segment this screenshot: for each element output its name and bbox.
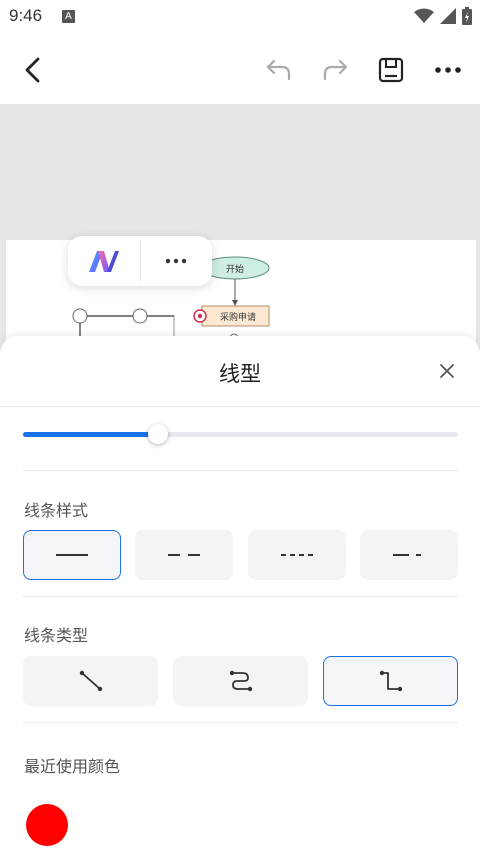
divider (23, 470, 458, 471)
arrow-left-icon (25, 57, 40, 83)
solid-line-icon (56, 554, 88, 556)
recent-colors-label: 最近使用颜色 (24, 757, 121, 776)
battery-charging-icon (462, 7, 472, 25)
panel-title: 线型 (219, 362, 261, 386)
connector-arrow (232, 300, 238, 306)
save-icon (378, 57, 404, 83)
divider (23, 722, 458, 723)
top-app-bar (0, 34, 480, 104)
undo-icon (266, 59, 291, 81)
more-horizontal-icon (166, 258, 187, 264)
panel-header: 线型 (0, 336, 480, 407)
recent-color-swatch[interactable] (26, 804, 68, 846)
line-type-curved-option[interactable] (173, 656, 308, 706)
redo-button[interactable] (313, 48, 357, 92)
resize-handle[interactable] (72, 308, 88, 324)
close-button[interactable] (434, 358, 460, 384)
slider-thumb[interactable] (148, 424, 168, 444)
line-type-elbow-option[interactable] (323, 656, 458, 706)
line-style-dash-dot-option[interactable] (360, 530, 458, 580)
line-style-dashed-option[interactable] (135, 530, 233, 580)
save-button[interactable] (369, 48, 413, 92)
line-type-label: 线条类型 (24, 626, 89, 645)
purchase-node-text: 采购申请 (220, 311, 256, 323)
undo-button[interactable] (257, 48, 301, 92)
start-node-text: 开始 (226, 263, 244, 275)
line-width-slider[interactable] (23, 424, 458, 444)
divider (23, 596, 458, 597)
dotted-line-icon (281, 554, 313, 556)
dash-dot-line-icon (393, 554, 421, 556)
redo-icon (323, 59, 348, 81)
status-time: 9:46 (9, 6, 43, 25)
app-logo-icon (88, 251, 119, 272)
resize-handle[interactable] (132, 308, 148, 324)
curved-connector-icon (229, 670, 252, 692)
slider-fill (23, 432, 158, 437)
app-logo-button[interactable] (68, 236, 140, 286)
status-indicators (414, 7, 472, 25)
dashed-line-icon (168, 554, 200, 556)
connection-point-marker-center (197, 313, 203, 319)
signal-icon (440, 8, 456, 24)
status-bar: 9:46 A (0, 0, 480, 34)
float-more-button[interactable] (141, 236, 213, 286)
straight-connector-icon (79, 670, 102, 692)
wifi-icon (414, 8, 434, 23)
diagram-canvas[interactable]: 开始 采购申请 (0, 104, 480, 364)
back-button[interactable] (11, 48, 55, 92)
more-options-button[interactable] (426, 48, 470, 92)
line-style-label: 线条样式 (24, 501, 89, 520)
line-style-panel: 线型 线条样式 线条类型 最近使用颜色 (0, 336, 480, 855)
notification-app-icon: A (62, 10, 75, 23)
line-style-dotted-option[interactable] (248, 530, 346, 580)
more-horizontal-icon (435, 67, 461, 73)
line-type-straight-option[interactable] (23, 656, 158, 706)
close-icon (440, 364, 454, 378)
elbow-connector-icon (379, 670, 402, 692)
line-style-solid-option[interactable] (23, 530, 121, 580)
floating-toolbar (68, 236, 212, 286)
